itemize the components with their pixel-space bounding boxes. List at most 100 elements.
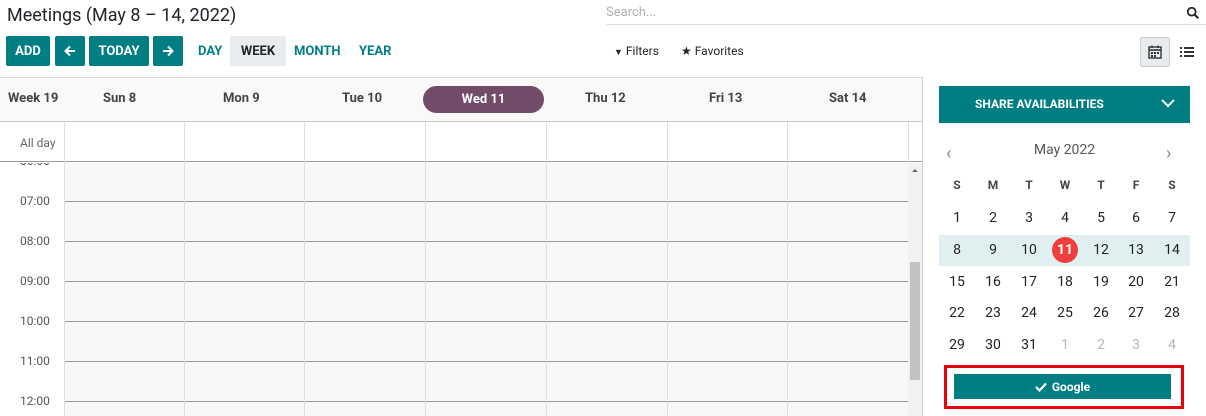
time-label: 12:00 [20,394,50,408]
star-icon: ★ [681,44,692,58]
share-availabilities-label: SHARE AVAILABILITIES [975,97,1104,111]
time-grid[interactable]: 06:00 07:00 08:00 09:00 10:00 11:00 12:0… [0,163,922,416]
mini-calendar-day[interactable]: 3 [1118,330,1154,360]
scrollbar-thumb[interactable] [910,262,920,380]
list-icon [1180,47,1194,57]
day-header-thu[interactable]: Thu 12 [585,91,626,106]
week-number: Week 19 [8,91,59,106]
day-header-sat[interactable]: Sat 14 [829,91,867,106]
mini-calendar-day[interactable]: 4 [1154,330,1190,360]
week-header: Week 19 Sun 8 Mon 9 Tue 10 Wed 11 Thu 12… [0,77,922,122]
hour-line [64,241,908,242]
view-month[interactable]: MONTH [294,44,341,59]
next-month-icon[interactable]: › [1166,143,1171,164]
mini-calendar-day[interactable]: 2 [975,203,1011,233]
page-title: Meetings (May 8 – 14, 2022) [7,5,237,26]
mini-calendar-day[interactable]: 19 [1083,267,1119,297]
mini-calendar-day[interactable]: 29 [939,330,975,360]
mini-calendar-day[interactable]: 5 [1083,203,1119,233]
sidebar-divider [922,77,923,416]
google-button-label: Google [1051,379,1091,394]
mini-calendar-day[interactable]: 22 [939,298,975,328]
weekday-header: W [1059,178,1071,192]
view-day[interactable]: DAY [198,44,222,59]
mini-calendar-day[interactable]: 16 [975,267,1011,297]
mini-calendar-day[interactable]: 7 [1154,203,1190,233]
view-week[interactable]: WEEK [230,36,286,66]
favorites-button[interactable]: ★ Favorites [681,44,744,58]
mini-calendar-day[interactable]: 26 [1083,298,1119,328]
mini-calendar-day[interactable]: 13 [1118,235,1154,265]
time-label: 09:00 [20,274,50,288]
weekday-header: F [1132,178,1140,192]
hour-line [64,321,908,322]
mini-calendar-day[interactable]: 30 [975,330,1011,360]
hour-line [64,201,908,202]
mini-calendar-day[interactable]: 23 [975,298,1011,328]
share-availabilities-button[interactable]: SHARE AVAILABILITIES [939,86,1190,123]
favorites-label: Favorites [694,44,744,58]
search-icon[interactable] [1186,6,1200,20]
column-divider [425,122,426,416]
day-header-wed-today[interactable]: Wed 11 [423,86,544,113]
today-button[interactable]: TODAY [89,36,149,66]
weekday-header: S [1168,178,1176,192]
add-button[interactable]: ADD [6,36,50,66]
mini-calendar-month[interactable]: May 2022 [939,142,1190,158]
next-button[interactable] [153,36,183,66]
google-sync-button[interactable]: Google [954,374,1171,399]
day-header-fri[interactable]: Fri 13 [709,91,742,106]
time-label: 07:00 [20,194,50,208]
view-year[interactable]: YEAR [359,44,391,59]
scroll-up-icon[interactable] [908,165,922,175]
column-divider [184,122,185,416]
mini-calendar-day[interactable]: 28 [1154,298,1190,328]
column-divider [304,122,305,416]
check-icon [1035,382,1047,392]
mini-calendar-day[interactable]: 31 [1011,330,1047,360]
filters-button[interactable]: ▼ Filters [614,44,659,58]
mini-calendar-day[interactable]: 24 [1011,298,1047,328]
mini-calendar-day[interactable]: 10 [1011,235,1047,265]
mini-calendar-day[interactable]: 1 [939,203,975,233]
calendar-icon [1148,45,1162,59]
calendar-view-button[interactable] [1140,37,1170,67]
mini-calendar-day[interactable]: 8 [939,235,975,265]
mini-calendar-day[interactable]: 6 [1118,203,1154,233]
filters-label: Filters [625,44,659,58]
mini-calendar-day[interactable]: 4 [1047,203,1083,233]
search-input[interactable]: Search... [606,5,656,20]
mini-calendar-day[interactable]: 2 [1083,330,1119,360]
mini-calendar-today[interactable]: 11 [1052,237,1078,263]
mini-calendar-day[interactable]: 12 [1083,235,1119,265]
hour-line [64,281,908,282]
mini-calendar-day[interactable]: 14 [1154,235,1190,265]
search-bar[interactable]: Search... [606,3,1206,25]
mini-calendar-day[interactable]: 21 [1154,267,1190,297]
column-divider [787,122,788,416]
mini-calendar-day[interactable]: 20 [1118,267,1154,297]
day-header-sun[interactable]: Sun 8 [103,91,136,106]
hour-line [64,401,908,402]
mini-calendar-day[interactable]: 15 [939,267,975,297]
time-label: 08:00 [20,234,50,248]
previous-button[interactable] [55,36,85,66]
list-view-button[interactable] [1172,37,1202,67]
all-day-label: All day [20,136,56,150]
weekday-header: M [987,178,999,192]
mini-calendar-day[interactable]: 27 [1118,298,1154,328]
day-header-tue[interactable]: Tue 10 [342,91,382,106]
arrow-right-icon [163,45,174,57]
chevron-down-icon [1161,99,1175,108]
filter-icon: ▼ [614,48,623,58]
mini-calendar-day[interactable]: 9 [975,235,1011,265]
weekday-header: S [953,178,961,192]
mini-calendar-day[interactable]: 25 [1047,298,1083,328]
mini-calendar-day[interactable]: 18 [1047,267,1083,297]
day-header-mon[interactable]: Mon 9 [223,91,260,106]
all-day-row[interactable]: All day [0,122,922,162]
mini-calendar-day[interactable]: 1 [1047,330,1083,360]
arrow-left-icon [64,45,75,57]
mini-calendar-day[interactable]: 17 [1011,267,1047,297]
mini-calendar-day[interactable]: 3 [1011,203,1047,233]
